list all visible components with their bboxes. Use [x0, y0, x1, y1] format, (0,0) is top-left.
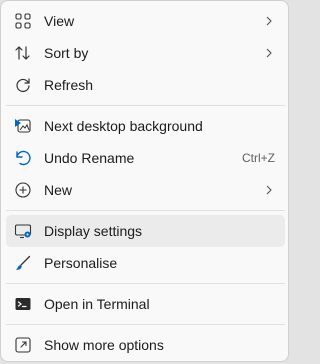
- menu-item-personalise[interactable]: Personalise: [6, 247, 285, 279]
- menu-item-view[interactable]: View: [6, 5, 285, 37]
- menu-separator: [6, 210, 285, 211]
- menu-item-open-in-terminal[interactable]: Open in Terminal: [6, 288, 285, 320]
- menu-item-label: Refresh: [44, 77, 94, 93]
- brush-icon: [14, 254, 32, 272]
- desktop-background-next-icon: [14, 117, 32, 135]
- chevron-right-icon: [263, 47, 275, 59]
- refresh-icon: [14, 76, 32, 94]
- menu-item-label: New: [44, 182, 73, 198]
- menu-item-new[interactable]: New: [6, 174, 285, 206]
- menu-item-label: Show more options: [44, 337, 164, 353]
- menu-item-display-settings[interactable]: Display settings: [6, 215, 285, 247]
- menu-item-refresh[interactable]: Refresh: [6, 69, 285, 101]
- menu-item-sort-by[interactable]: Sort by: [6, 37, 285, 69]
- grid-view-icon: [14, 12, 32, 30]
- menu-separator: [6, 105, 285, 106]
- menu-item-show-more-options[interactable]: Show more options: [6, 329, 285, 361]
- undo-icon: [14, 149, 32, 167]
- menu-item-label: Open in Terminal: [44, 296, 150, 312]
- shortcut-hint: Ctrl+Z: [242, 151, 275, 165]
- menu-item-label: Display settings: [44, 223, 143, 239]
- menu-separator: [6, 324, 285, 325]
- menu-item-label: View: [44, 13, 75, 29]
- menu-item-undo-rename[interactable]: Undo Rename Ctrl+Z: [6, 142, 285, 174]
- sort-arrows-icon: [14, 44, 32, 62]
- share-more-icon: [14, 336, 32, 354]
- terminal-icon: [14, 295, 32, 313]
- menu-item-label: Undo Rename: [44, 150, 135, 166]
- menu-item-label: Sort by: [44, 45, 89, 61]
- chevron-right-icon: [263, 184, 275, 196]
- menu-separator: [6, 283, 285, 284]
- chevron-right-icon: [263, 15, 275, 27]
- desktop-context-menu: View Sort by Refresh Next desktop backgr…: [0, 0, 289, 362]
- menu-item-next-desktop-background[interactable]: Next desktop background: [6, 110, 285, 142]
- menu-item-label: Personalise: [44, 255, 118, 271]
- menu-item-label: Next desktop background: [44, 118, 203, 134]
- display-settings-icon: [14, 222, 32, 240]
- new-plus-icon: [14, 181, 32, 199]
